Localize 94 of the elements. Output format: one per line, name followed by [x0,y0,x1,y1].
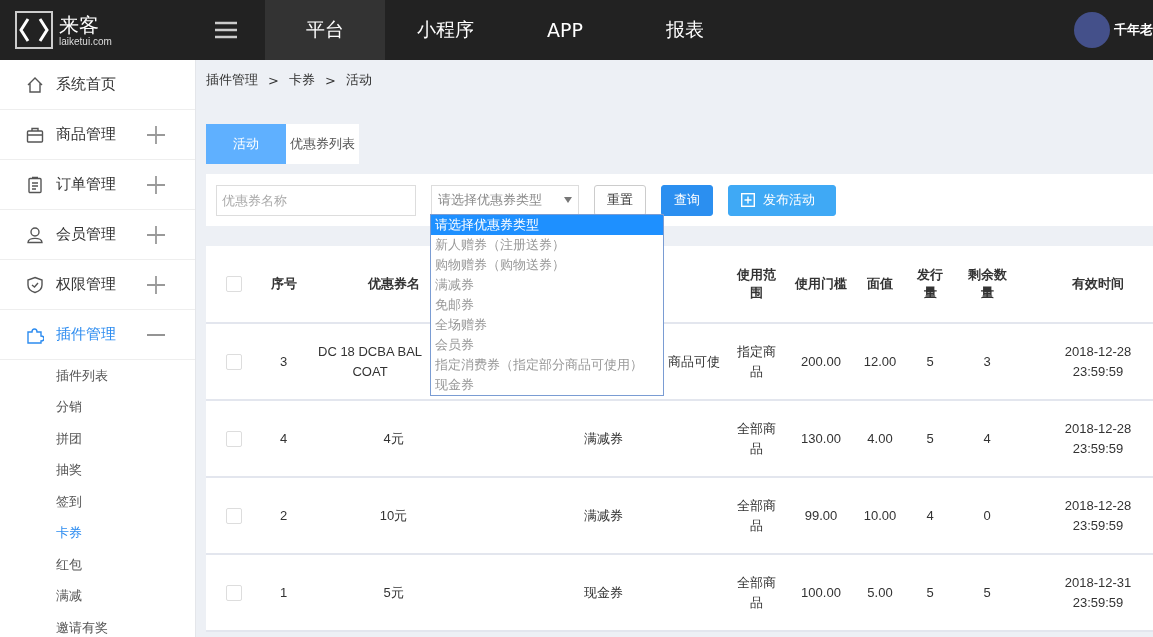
table-cell-text: 4元 [383,429,404,448]
plus-icon [741,193,755,207]
sidebar-item[interactable]: 插件管理 [0,310,195,360]
plus-icon[interactable] [147,275,165,294]
checkbox[interactable] [225,353,242,370]
checkbox[interactable] [225,584,242,601]
table-cell-text: 全部商品 [735,573,777,612]
submenu-item[interactable]: 邀请有奖 [0,612,195,637]
breadcrumb-separator: > [268,72,279,88]
table-cell-text: 5 [926,429,934,448]
column-header: 发行量 [916,266,944,302]
home-icon [26,75,44,94]
table-cell-text: 10元 [379,506,408,525]
coupon-name-field[interactable]: 优惠券名称 [216,184,416,216]
table-cell-text: 12.00 [863,352,897,371]
submenu-item[interactable]: 分销 [0,391,195,423]
table-cell-text: 130.00 [801,429,841,448]
table-cell-text: 200.00 [801,352,841,371]
breadcrumb-item[interactable]: 活动 [345,71,372,89]
table-cell-text: 2018-12-31 23:59:59 [1063,573,1133,612]
column-header: 使用范围 [735,266,777,302]
column-header: 优惠券名 [367,275,420,293]
table-cell-text: 商品可使 [668,352,720,371]
table-cell-text: 4.00 [867,429,893,448]
submenu-item[interactable]: 插件列表 [0,360,195,392]
table-cell-text: 0 [983,506,991,525]
submenu-item[interactable]: 抽奖 [0,454,195,486]
table-cell-text: DC 18 DCBA BAL COAT [318,342,423,381]
plus-icon[interactable] [147,125,165,144]
submenu-item[interactable]: 满减 [0,580,195,612]
breadcrumb-item[interactable]: 插件管理 [206,71,258,89]
nav-tab[interactable]: 报表 [625,0,745,60]
sidebar-item[interactable]: 权限管理 [0,260,195,310]
menu-icon[interactable] [215,21,237,39]
avatar[interactable] [1074,12,1110,48]
table-cell-text: 满减券 [584,506,623,525]
sidebar-item[interactable]: 会员管理 [0,210,195,260]
table-cell-text: 3 [983,352,991,371]
table-cell-text: 5 [926,352,934,371]
table-cell-text: 4 [279,429,288,448]
table-cell-text: 2018-12-28 23:59:59 [1063,419,1133,458]
table-cell-text: 3 [279,352,288,371]
table-cell-text: 4 [926,506,934,525]
plus-icon[interactable] [147,225,165,244]
table-cell-text: 4 [983,429,991,448]
table-cell-text: 1 [279,583,288,602]
tab[interactable]: 优惠券列表 [286,124,359,164]
table-cell-text: 5 [983,583,991,602]
shield-icon [26,275,44,294]
submenu-item[interactable]: 红包 [0,549,195,581]
checkbox[interactable] [225,507,242,524]
column-header: 面值 [867,275,893,293]
logo-domain: laiketui.com [59,35,112,47]
submenu-item[interactable]: 签到 [0,486,195,518]
table-cell-text: 全部商品 [735,419,777,458]
reset-button[interactable]: 重置 [594,184,646,216]
user-icon [26,225,44,244]
table-cell-text: 2 [279,506,288,525]
checkbox[interactable] [225,276,242,292]
table-cell-text: 10.00 [863,506,897,525]
column-header: 有效时间 [1072,275,1124,293]
nav-tab[interactable]: APP [505,0,625,60]
nav-tab[interactable]: 小程序 [385,0,505,60]
breadcrumb-item[interactable]: 卡券 [288,71,315,89]
table-cell-text: 全部商品 [735,496,777,535]
user-name[interactable]: 千年老 [1114,21,1153,39]
submenu-item[interactable]: 卡券 [0,517,195,549]
table-cell-text: 5.00 [867,583,893,602]
plus-icon[interactable] [147,175,165,194]
sidebar-item[interactable]: 商品管理 [0,110,195,160]
column-header: 剩余数量 [966,266,1008,302]
table-cell-text: 满减券 [584,429,623,448]
nav-tab[interactable]: 平台 [265,0,385,60]
table-cell-text: 5 [926,583,934,602]
table-cell-text: 现金券 [584,583,623,602]
table-cell-text: 2018-12-28 23:59:59 [1063,342,1133,381]
bag-icon [26,125,44,144]
column-header: 使用门槛 [795,275,847,293]
breadcrumb-separator: > [324,72,336,88]
sidebar-item[interactable]: 系统首页 [0,60,195,110]
checkbox[interactable] [225,430,242,447]
logo-icon [15,11,53,49]
sidebar-item[interactable]: 订单管理 [0,160,195,210]
table-cell-text: 99.00 [804,506,838,525]
list-icon [26,175,44,194]
caret-icon [564,197,572,203]
table-cell-text: 2018-12-28 23:59:59 [1063,496,1133,535]
logo-text: 来客 [59,13,100,36]
column-header: 序号 [270,275,297,293]
submenu-item[interactable]: 拼团 [0,423,195,455]
table-cell-text: 指定商品 [735,342,777,381]
table-cell-text: 100.00 [801,583,841,602]
puzzle-icon [26,325,44,344]
table-cell-text: 5元 [383,583,404,602]
